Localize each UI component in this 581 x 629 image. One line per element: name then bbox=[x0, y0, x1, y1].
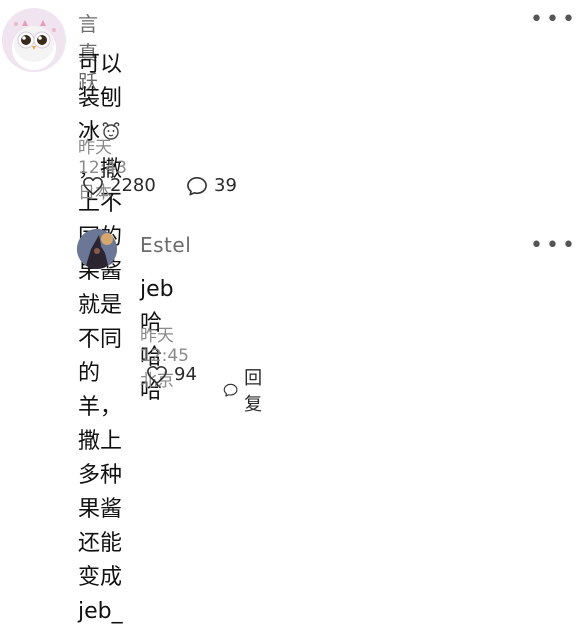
reply-button[interactable]: 39 bbox=[186, 175, 237, 196]
like-count: 94 bbox=[174, 364, 197, 385]
comment-text-line: 羊，撒上多种果酱还能变成jeb_ bbox=[78, 395, 123, 624]
more-horizontal-icon: ••• bbox=[530, 7, 578, 32]
heart-outline-icon bbox=[147, 365, 167, 384]
more-horizontal-icon: ••• bbox=[530, 233, 578, 258]
reply-count: 39 bbox=[214, 175, 237, 196]
reply-label: 回复 bbox=[244, 368, 263, 415]
speech-bubble-icon bbox=[223, 383, 238, 397]
reply-button[interactable]: 回复 bbox=[223, 364, 269, 416]
heart-outline-icon bbox=[83, 176, 103, 195]
owl-avatar-icon bbox=[2, 8, 66, 72]
avatar[interactable] bbox=[2, 8, 66, 72]
comment-username[interactable]: Estel bbox=[140, 233, 191, 257]
speech-bubble-icon bbox=[187, 176, 207, 195]
wizard-avatar-icon bbox=[77, 229, 117, 269]
more-options-button[interactable]: ••• bbox=[530, 9, 578, 31]
like-button[interactable]: 94 bbox=[146, 364, 197, 385]
more-options-button[interactable]: ••• bbox=[530, 235, 578, 257]
avatar[interactable] bbox=[77, 229, 117, 269]
like-button[interactable]: 2280 bbox=[82, 175, 156, 196]
like-count: 2280 bbox=[110, 175, 156, 196]
